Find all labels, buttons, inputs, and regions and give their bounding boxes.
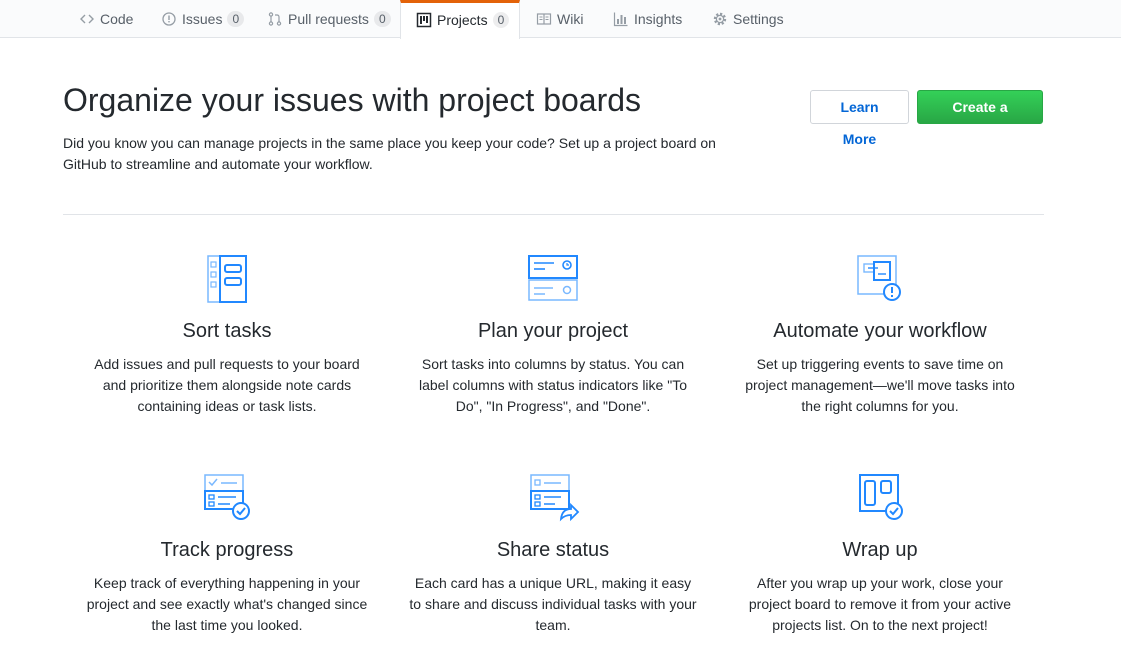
tab-pull-requests[interactable]: Pull requests 0 xyxy=(267,0,391,38)
tab-settings[interactable]: Settings xyxy=(712,0,784,38)
create-project-button[interactable]: Create a project xyxy=(917,90,1043,147)
share-status-icon xyxy=(525,471,581,527)
feature-plan-project: Plan your project Sort tasks into column… xyxy=(393,252,713,417)
feature-share-status: Share status Each card has a unique URL,… xyxy=(393,471,713,636)
tab-code[interactable]: Code xyxy=(79,0,133,38)
feature-title: Track progress xyxy=(160,539,294,561)
tab-wiki[interactable]: Wiki xyxy=(536,0,583,38)
issue-icon xyxy=(161,11,177,27)
repo-nav: Code Issues 0 Pull requests 0 Projects 0… xyxy=(0,0,1121,39)
feature-wrap-up: Wrap up After you wrap up your work, clo… xyxy=(720,471,1040,636)
sort-tasks-icon xyxy=(199,252,255,308)
tab-label: Projects xyxy=(437,11,488,28)
code-icon xyxy=(79,11,95,27)
tab-count: 0 xyxy=(492,11,510,28)
learn-more-button[interactable]: Learn More xyxy=(810,90,909,147)
feature-title: Plan your project xyxy=(477,320,629,342)
tab-count: 0 xyxy=(227,11,245,27)
project-icon xyxy=(416,12,432,28)
page-description: Did you know you can manage projects in … xyxy=(63,135,716,172)
tab-issues[interactable]: Issues 0 xyxy=(161,0,245,38)
tab-label: Pull requests xyxy=(288,11,369,27)
feature-automate-workflow: Automate your workflow Set up triggering… xyxy=(720,252,1040,417)
tab-label: Code xyxy=(100,11,134,27)
section-divider xyxy=(63,214,1044,215)
book-icon xyxy=(536,11,552,27)
feature-description: Keep track of everything happening in yo… xyxy=(86,575,368,633)
feature-title: Share status xyxy=(496,539,610,561)
feature-title: Automate your workflow xyxy=(773,320,987,342)
feature-track-progress: Track progress Keep track of everything … xyxy=(67,471,387,636)
plan-project-icon xyxy=(525,252,581,308)
tab-label: Wiki xyxy=(557,11,584,27)
tab-projects[interactable]: Projects 0 xyxy=(400,0,520,39)
feature-description: After you wrap up your work, close your … xyxy=(748,575,1012,633)
feature-sort-tasks: Sort tasks Add issues and pull requests … xyxy=(67,252,387,417)
tab-label: Settings xyxy=(733,11,784,27)
feature-title: Wrap up xyxy=(842,539,918,561)
tab-count: 0 xyxy=(373,11,391,27)
feature-title: Sort tasks xyxy=(182,320,272,342)
automate-workflow-icon xyxy=(852,252,908,308)
tab-label: Insights xyxy=(634,11,683,27)
feature-description: Each card has a unique URL, making it ea… xyxy=(409,575,697,633)
feature-description: Set up triggering events to save time on… xyxy=(745,356,1015,414)
tab-label: Issues xyxy=(182,11,223,27)
pull-request-icon xyxy=(267,11,283,27)
feature-description: Add issues and pull requests to your boa… xyxy=(94,356,360,414)
feature-description: Sort tasks into columns by status. You c… xyxy=(419,356,687,414)
page-title: Organize your issues with project boards xyxy=(63,82,642,118)
gear-icon xyxy=(712,11,728,27)
wrap-up-icon xyxy=(852,471,908,527)
track-progress-icon xyxy=(199,471,255,527)
tab-insights[interactable]: Insights xyxy=(613,0,682,38)
graph-icon xyxy=(613,11,629,27)
